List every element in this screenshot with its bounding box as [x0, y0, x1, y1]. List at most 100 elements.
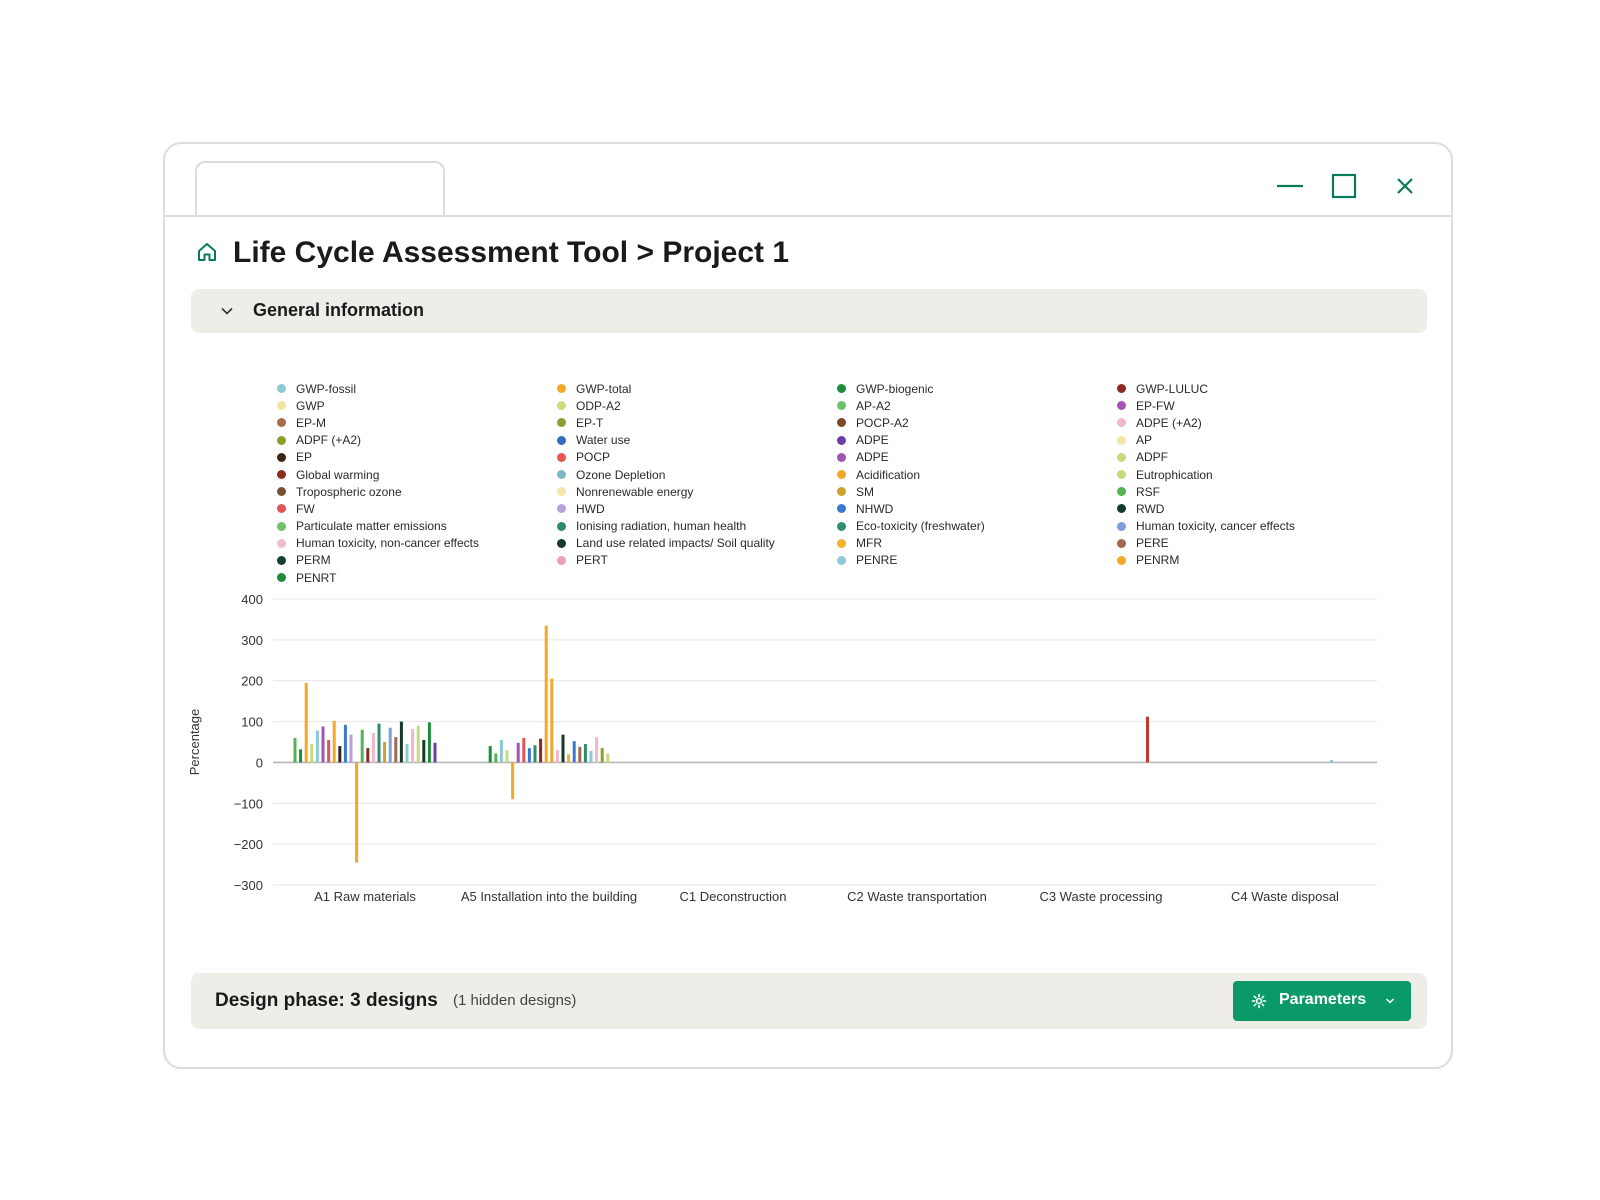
legend-label: PERT — [576, 553, 608, 568]
legend-item[interactable]: MFR — [837, 535, 1117, 552]
parameters-button[interactable]: Parameters — [1233, 981, 1411, 1021]
legend-swatch — [277, 470, 286, 480]
x-tick-label: A5 Installation into the building — [461, 889, 637, 904]
legend-item[interactable]: PENRT — [277, 569, 557, 586]
legend-swatch — [837, 452, 846, 462]
bar — [399, 721, 403, 763]
legend-item[interactable]: ADPF — [1117, 449, 1397, 466]
legend-label: NHWD — [856, 501, 894, 516]
x-tick-label: C3 Waste processing — [1039, 889, 1162, 904]
close-button[interactable] — [1387, 168, 1423, 204]
legend-item[interactable]: Human toxicity, cancer effects — [1117, 518, 1397, 535]
home-icon[interactable] — [195, 240, 219, 264]
general-information-accordion[interactable]: General information — [191, 289, 1427, 333]
x-tick-label: C4 Waste disposal — [1231, 889, 1339, 904]
legend-item[interactable]: GWP-fossil — [277, 380, 557, 397]
window-tab[interactable] — [195, 161, 445, 217]
legend-item[interactable]: Eutrophication — [1117, 466, 1397, 483]
y-tick-label: 100 — [241, 715, 263, 730]
legend-item[interactable]: GWP-biogenic — [837, 380, 1117, 397]
legend-item[interactable]: AP-A2 — [837, 397, 1117, 414]
legend-item[interactable]: RSF — [1117, 483, 1397, 500]
legend-item[interactable]: ADPF (+A2) — [277, 432, 557, 449]
legend-item[interactable]: Human toxicity, non-cancer effects — [277, 535, 557, 552]
legend-item[interactable]: NHWD — [837, 500, 1117, 517]
legend-item[interactable]: Ozone Depletion — [557, 466, 837, 483]
legend-item[interactable]: Acidification — [837, 466, 1117, 483]
legend-label: GWP-fossil — [296, 381, 356, 396]
bar — [516, 742, 520, 763]
legend-label: MFR — [856, 536, 882, 551]
legend-item[interactable]: PERM — [277, 552, 557, 569]
legend-swatch — [837, 418, 846, 428]
legend-item[interactable]: ODP-A2 — [557, 397, 837, 414]
legend-item[interactable]: ADPE — [837, 449, 1117, 466]
bar — [511, 762, 515, 800]
legend-item[interactable]: PENRM — [1117, 552, 1397, 569]
legend-swatch — [277, 538, 286, 548]
legend-item[interactable]: Tropospheric ozone — [277, 483, 557, 500]
legend-item[interactable]: EP-T — [557, 414, 837, 431]
hidden-designs-label: (1 hidden designs) — [453, 992, 577, 1009]
legend-item[interactable]: ADPE — [837, 432, 1117, 449]
bar — [555, 750, 559, 763]
chevron-down-icon — [1385, 998, 1395, 1004]
bar — [550, 678, 554, 763]
legend-item[interactable]: Particulate matter emissions — [277, 518, 557, 535]
legend-item[interactable]: Global warming — [277, 466, 557, 483]
parameters-label: Parameters — [1279, 991, 1367, 1008]
legend-item[interactable]: Nonrenewable energy — [557, 483, 837, 500]
legend-label: POCP — [576, 450, 611, 465]
bar — [343, 724, 347, 763]
legend-item[interactable]: PENRE — [837, 552, 1117, 569]
bar — [505, 750, 509, 763]
legend-label: GWP-biogenic — [856, 381, 934, 396]
legend-item[interactable]: Ionising radiation, human health — [557, 518, 837, 535]
legend-item[interactable]: PERT — [557, 552, 837, 569]
bar — [589, 750, 593, 763]
legend-label: Human toxicity, non-cancer effects — [296, 536, 479, 551]
legend-item[interactable]: Eco-toxicity (freshwater) — [837, 518, 1117, 535]
legend-item[interactable]: GWP — [277, 397, 557, 414]
legend-item[interactable]: Land use related impacts/ Soil quality — [557, 535, 837, 552]
bar-chart: 400 300 200 100 0 −100 −200 −300 Percentage A1 Ra… — [185, 589, 1435, 929]
legend-swatch — [277, 487, 286, 497]
legend-label: Particulate matter emissions — [296, 519, 447, 534]
legend-swatch — [837, 384, 846, 394]
minimize-icon — [1277, 184, 1303, 188]
page-title: Life Cycle Assessment Tool > Project 1 — [233, 236, 790, 269]
bar — [304, 682, 308, 763]
bar — [433, 742, 437, 763]
bar — [561, 734, 565, 763]
legend-swatch — [837, 470, 846, 480]
legend-swatch — [1117, 452, 1126, 462]
legend-item[interactable]: AP — [1117, 432, 1397, 449]
bar — [600, 748, 604, 763]
legend-item[interactable]: POCP-A2 — [837, 414, 1117, 431]
legend-item[interactable]: Water use — [557, 432, 837, 449]
legend-item[interactable]: ADPE (+A2) — [1117, 414, 1397, 431]
legend-swatch — [1117, 435, 1126, 445]
legend-label: FW — [296, 501, 315, 516]
legend-item[interactable]: FW — [277, 500, 557, 517]
legend-item[interactable]: RWD — [1117, 500, 1397, 517]
legend-item[interactable]: SM — [837, 483, 1117, 500]
legend-label: Nonrenewable energy — [576, 484, 694, 499]
legend-label: POCP-A2 — [856, 415, 909, 430]
maximize-button[interactable] — [1327, 168, 1363, 204]
legend-swatch — [1117, 418, 1126, 428]
legend-item[interactable]: EP-M — [277, 414, 557, 431]
legend-item[interactable]: GWP-total — [557, 380, 837, 397]
legend-item[interactable]: POCP — [557, 449, 837, 466]
legend-swatch — [1117, 538, 1126, 548]
legend-item[interactable]: EP — [277, 449, 557, 466]
bar — [293, 737, 297, 763]
legend-swatch — [277, 435, 286, 445]
minimize-button[interactable] — [1272, 168, 1308, 204]
bar — [360, 729, 364, 763]
accordion-label: General information — [253, 300, 425, 320]
legend-item[interactable]: HWD — [557, 500, 837, 517]
legend-item[interactable]: PERE — [1117, 535, 1397, 552]
legend-item[interactable]: EP-FW — [1117, 397, 1397, 414]
legend-item[interactable]: GWP-LULUC — [1117, 380, 1397, 397]
